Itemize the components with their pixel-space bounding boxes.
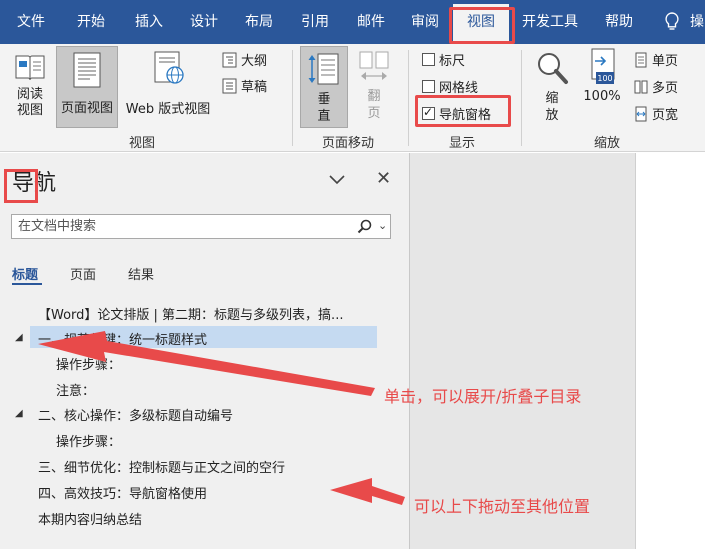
ruler-check-box[interactable] [422,53,435,66]
group-separator [521,50,522,146]
outline-label: 大纲 [241,54,268,69]
zoom-button[interactable]: 缩 放 [530,50,574,130]
view-tab-highlight-box [449,7,515,44]
gridlines-label: 网格线 [439,81,479,96]
draft-view-button[interactable]: 草稿 [222,76,267,95]
nav-search-input[interactable] [12,215,342,238]
ribbon-panel: 阅读 视图 页面视图 Web 版式视图 大纲 草稿 视图 垂 直 翻 页 页面移… [0,44,705,152]
multiple-pages-icon [634,80,648,93]
nav-search-box[interactable]: ⌄ [11,214,391,239]
draft-icon [222,78,237,93]
draft-label: 草稿 [241,80,268,95]
document-canvas [410,153,635,549]
nav-heading-1[interactable]: 一、规范关键：统一标题样式 [38,329,207,348]
nav-heading-2[interactable]: 二、核心操作：多级标题自动编号 [38,405,233,424]
collapse-triangle-icon[interactable]: ◢ [15,408,23,419]
nav-tab-pages[interactable]: 页面 [70,264,96,283]
web-layout-label: Web 版式视图 [125,102,211,117]
ribbon-tab-bar: 文件 开始 插入 设计 布局 引用 邮件 审阅 视图 开发工具 帮助 操 [0,0,705,44]
tab-developer[interactable]: 开发工具 [516,0,584,44]
web-layout-icon [154,51,184,84]
close-icon[interactable]: ✕ [376,168,391,189]
active-tab-underline [12,283,42,285]
search-icon[interactable] [357,219,373,235]
nav-heading-summary[interactable]: 本期内容归纳总结 [38,509,142,528]
drag-annotation: 可以上下拖动至其他位置 [414,497,591,516]
group-separator [292,50,293,146]
magnifier-icon [538,53,568,84]
zoom-group-label: 缩放 [593,136,620,151]
tab-file[interactable]: 文件 [10,0,52,44]
zoom-100-label: 100% [583,89,621,104]
search-options-dropdown-icon[interactable]: ⌄ [378,219,387,232]
multiple-pages-label: 多页 [652,81,679,96]
tab-references[interactable]: 引用 [294,0,336,44]
nav-heading-document-title[interactable]: 【Word】论文排版 | 第二期：标题与多级列表，搞... [38,304,343,323]
tab-help[interactable]: 帮助 [598,0,640,44]
expand-annotation: 单击，可以展开/折叠子目录 [384,387,582,406]
tab-review[interactable]: 审阅 [404,0,446,44]
nav-subheading[interactable]: 操作步骤： [56,354,121,373]
print-layout-button[interactable]: 页面视图 [56,46,118,128]
navigation-pane-highlight-box [415,95,511,127]
zoom-100-button[interactable]: 100 100% [580,48,624,118]
nav-tab-results[interactable]: 结果 [128,264,154,283]
zoom-100-icon: 100 [591,48,615,84]
vertical-movement-button[interactable]: 垂 直 [300,46,348,128]
group-separator [408,50,409,146]
page-width-button[interactable]: 页宽 [634,104,678,123]
one-page-button[interactable]: 单页 [634,50,678,69]
print-layout-label: 页面视图 [60,101,113,116]
zoom-label: 缩 放 [545,91,559,123]
nav-heading-4[interactable]: 四、高效技巧：导航窗格使用 [38,483,207,502]
read-mode-button[interactable]: 阅读 视图 [8,50,52,130]
gridlines-checkbox[interactable]: 网格线 [422,77,478,96]
multiple-pages-button[interactable]: 多页 [634,77,678,96]
side-to-side-label: 翻 页 [367,89,381,121]
views-group-label: 视图 [128,136,155,151]
chevron-down-icon[interactable] [327,171,347,187]
outline-icon [222,52,237,67]
page-width-icon [635,106,647,121]
tab-design[interactable]: 设计 [183,0,225,44]
collapse-triangle-icon[interactable]: ◢ [15,332,23,343]
read-mode-icon [15,55,45,81]
show-group-label: 显示 [448,136,475,151]
nav-tab-headings[interactable]: 标题 [12,264,38,283]
tab-layout[interactable]: 布局 [238,0,280,44]
web-layout-button[interactable]: Web 版式视图 [120,50,216,130]
one-page-icon [635,52,647,67]
tab-home[interactable]: 开始 [70,0,112,44]
gridlines-check-box[interactable] [422,80,435,93]
vertical-scroll-icon [308,53,339,85]
side-to-side-icon [359,51,389,80]
one-page-label: 单页 [652,54,679,69]
nav-heading-3[interactable]: 三、细节优化：控制标题与正文之间的空行 [38,457,285,476]
document-page[interactable] [635,153,705,549]
ruler-checkbox[interactable]: 标尺 [422,50,465,69]
page-movement-group-label: 页面移动 [321,136,374,151]
read-mode-label: 阅读 视图 [16,87,43,118]
tab-tell-me[interactable]: 操 [690,0,704,44]
ruler-label: 标尺 [439,54,466,69]
page-width-label: 页宽 [652,108,679,123]
outline-view-button[interactable]: 大纲 [222,50,267,69]
tab-insert[interactable]: 插入 [128,0,170,44]
side-to-side-button[interactable]: 翻 页 [352,50,396,130]
lightbulb-icon[interactable] [665,12,679,32]
tab-mailings[interactable]: 邮件 [350,0,392,44]
print-layout-icon [73,52,101,88]
nav-subheading[interactable]: 操作步骤： [56,431,121,450]
vertical-label: 垂 直 [317,92,331,124]
zoom-100-icon-text: 100 [597,74,612,83]
triangle-highlight-box [4,169,38,203]
nav-subheading[interactable]: 注意： [56,380,95,399]
